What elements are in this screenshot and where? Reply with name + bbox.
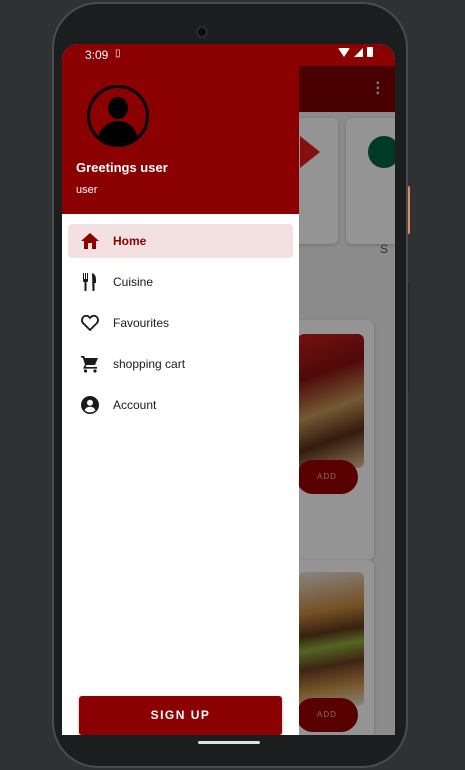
nav-item-label: Cuisine (113, 275, 154, 289)
sim-card-icon: ▯ (115, 48, 121, 59)
nav-item-favourites[interactable]: Favourites (68, 306, 293, 340)
fork-knife-icon (81, 273, 99, 291)
screen: 3:09 ▯ · · · S ADD ADD Greetings user us… (62, 44, 395, 735)
username-text: user (76, 184, 98, 196)
avatar[interactable] (87, 85, 149, 147)
heart-icon (81, 314, 99, 332)
drawer-menu: Home Cuisine Favourites shopping cart Ac… (62, 224, 299, 429)
nav-item-label: Favourites (113, 316, 170, 330)
cellular-signal-icon (354, 47, 363, 57)
nav-item-label: Home (113, 234, 147, 248)
nav-item-label: Account (113, 398, 157, 412)
cart-icon (81, 355, 99, 373)
nav-item-account[interactable]: Account (68, 388, 293, 422)
drawer-header: Greetings user user (62, 66, 299, 214)
nav-item-label: shopping cart (113, 357, 186, 371)
account-icon (81, 396, 99, 414)
home-indicator[interactable] (198, 741, 260, 744)
battery-icon (367, 47, 373, 57)
status-time: 3:09 (85, 48, 109, 62)
home-icon (81, 232, 99, 250)
status-bar: 3:09 ▯ (62, 44, 395, 66)
sign-up-button[interactable]: SIGN UP (79, 696, 282, 735)
wifi-icon (338, 47, 350, 57)
greeting-text: Greetings user (76, 160, 168, 175)
front-camera (196, 26, 208, 38)
navigation-drawer: Greetings user user Home Cuisine Favouri… (62, 66, 299, 735)
nav-item-shopping-cart[interactable]: shopping cart (68, 347, 293, 381)
nav-item-home[interactable]: Home (68, 224, 293, 258)
nav-item-cuisine[interactable]: Cuisine (68, 265, 293, 299)
